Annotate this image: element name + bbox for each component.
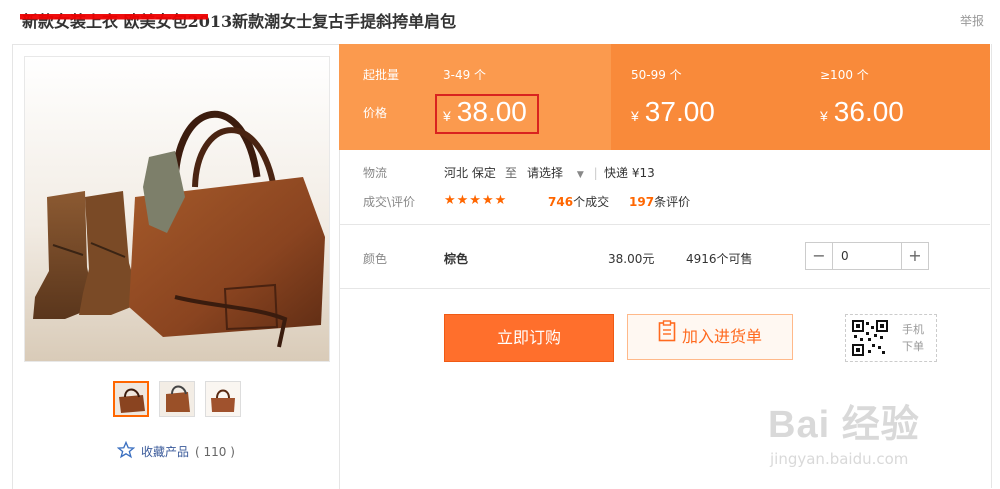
- tier-range: ≥100 个: [820, 68, 869, 82]
- shipping-fee: 快递 ¥13: [604, 166, 655, 180]
- price-label: 价格: [363, 106, 388, 120]
- reviews-label: 成交\评价: [363, 195, 416, 209]
- favorite-product[interactable]: 收藏产品 ( 110 ): [116, 440, 235, 462]
- qr-code-icon: [852, 320, 888, 356]
- favorite-label: 收藏产品: [141, 445, 190, 459]
- baidu-watermark: Bai 经验 jingyan.baidu.com: [768, 393, 920, 468]
- mobile-order-label: 手机 下单: [902, 323, 924, 353]
- decrease-button[interactable]: −: [806, 243, 832, 269]
- stock-available: 4916个可售: [686, 252, 753, 266]
- quantity-stepper: − 0 +: [805, 242, 929, 270]
- deals-count[interactable]: 746个成交: [548, 193, 609, 210]
- to-text: 至: [505, 166, 518, 180]
- clipboard-icon: [658, 315, 676, 359]
- color-value: 棕色: [444, 252, 469, 266]
- origin-city: 河北 保定: [444, 166, 496, 180]
- batch-label: 起批量: [363, 68, 400, 82]
- thumbnail-3[interactable]: [205, 381, 241, 417]
- redaction-mark: [20, 8, 208, 28]
- price-tier-2: 50-99 个 ¥37.00: [611, 44, 800, 150]
- quantity-input[interactable]: 0: [832, 243, 902, 269]
- thumbnail-1[interactable]: [113, 381, 149, 417]
- destination-select[interactable]: 请选择 ▼ |: [527, 164, 598, 181]
- thumbnail-strip: [113, 381, 241, 417]
- title-row: 新款女装上衣 欧美女包2013新款潮女士复古手提斜挎单肩包 举报: [0, 0, 1000, 38]
- add-to-list-button[interactable]: 加入进货单: [627, 314, 793, 360]
- watermark-brand: Bai 经验: [768, 404, 920, 446]
- divider: [339, 224, 990, 225]
- price-band: 起批量 价格 3-49 个 ¥38.00 50-99 个 ¥37.00 ≥100…: [339, 44, 990, 150]
- unit-price: 38.00元: [608, 252, 655, 266]
- tier-price: ¥37.00: [631, 96, 715, 127]
- divider: [339, 288, 990, 289]
- increase-button[interactable]: +: [902, 243, 928, 269]
- handbag-photo: [25, 57, 329, 361]
- tier-range: 3-49 个: [443, 68, 487, 82]
- price-highlight-box: [435, 94, 539, 134]
- caret-down-icon: ▼: [576, 170, 584, 180]
- price-tier-3: ≥100 个 ¥36.00: [800, 44, 990, 150]
- logistics-label: 物流: [363, 166, 388, 180]
- buy-now-button[interactable]: 立即订购: [444, 314, 614, 362]
- star-outline-icon: [116, 440, 136, 462]
- gallery-panel: 收藏产品 ( 110 ): [12, 44, 340, 489]
- thumbnail-2[interactable]: [159, 381, 195, 417]
- report-link[interactable]: 举报: [960, 12, 984, 29]
- tier-price: ¥36.00: [820, 96, 904, 127]
- favorite-count: ( 110 ): [195, 444, 235, 459]
- add-to-list-label: 加入进货单: [681, 327, 762, 346]
- color-label: 颜色: [363, 252, 388, 266]
- review-count[interactable]: 197条评价: [629, 193, 690, 210]
- rating-stars: ★★★★★: [444, 193, 508, 208]
- price-tier-1: 起批量 价格 3-49 个 ¥38.00: [339, 44, 611, 150]
- main-product-image[interactable]: [24, 56, 330, 362]
- tier-range: 50-99 个: [631, 68, 682, 82]
- watermark-url: jingyan.baidu.com: [770, 450, 909, 468]
- mobile-order[interactable]: 手机 下单: [845, 314, 937, 362]
